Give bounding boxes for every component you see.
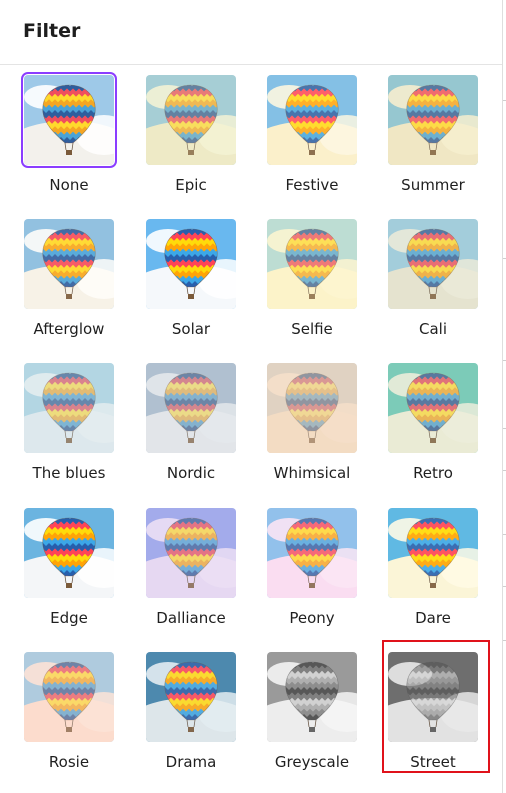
filter-edge[interactable]: Edge: [14, 498, 124, 634]
filter-thumbnail[interactable]: [267, 508, 357, 598]
filter-epic[interactable]: Epic: [136, 65, 246, 201]
filter-afterglow[interactable]: Afterglow: [14, 209, 124, 345]
panel-title: Filter: [23, 20, 81, 42]
filter-retro[interactable]: Retro: [378, 353, 488, 489]
filter-thumbnail[interactable]: [24, 219, 114, 309]
filter-thumbnail[interactable]: [267, 652, 357, 742]
filter-label: The blues: [32, 464, 106, 482]
filter-label: Drama: [165, 753, 217, 771]
filter-thumbnail[interactable]: [267, 219, 357, 309]
filter-label: None: [49, 176, 89, 194]
filter-whimsical[interactable]: Whimsical: [257, 353, 367, 489]
filter-thumbnail[interactable]: [146, 75, 236, 165]
filter-summer[interactable]: Summer: [378, 65, 488, 201]
filter-thumbnail[interactable]: [146, 363, 236, 453]
filter-label: Epic: [175, 176, 207, 194]
filter-thumbnail[interactable]: [146, 219, 236, 309]
panel-divider: [502, 0, 503, 793]
filter-label: Summer: [401, 176, 465, 194]
filter-label: Nordic: [166, 464, 216, 482]
filter-greyscale[interactable]: Greyscale: [257, 642, 367, 778]
filter-dalliance[interactable]: Dalliance: [136, 498, 246, 634]
filter-grid: None Epic Festive Summer Afterglow Solar Selfi…: [0, 65, 502, 793]
filter-label: Cali: [418, 320, 447, 338]
filter-peony[interactable]: Peony: [257, 498, 367, 634]
filter-thumbnail[interactable]: [388, 508, 478, 598]
filter-label: Edge: [50, 609, 88, 627]
filter-label: Peony: [289, 609, 335, 627]
filter-header: Filter: [0, 0, 502, 65]
filter-label: Afterglow: [33, 320, 105, 338]
filter-thumbnail[interactable]: [146, 652, 236, 742]
filter-thumbnail[interactable]: [388, 652, 478, 742]
filter-label: Greyscale: [274, 753, 350, 771]
filter-dare[interactable]: Dare: [378, 498, 488, 634]
filter-panel: Filter None Epic Festive Summer Afterglow Sol…: [0, 0, 503, 793]
filter-thumbnail[interactable]: [267, 75, 357, 165]
filter-cali[interactable]: Cali: [378, 209, 488, 345]
filter-label: Selfie: [291, 320, 333, 338]
filter-solar[interactable]: Solar: [136, 209, 246, 345]
filter-thumbnail[interactable]: [24, 508, 114, 598]
filter-label: Festive: [285, 176, 339, 194]
filter-label: Rosie: [48, 753, 90, 771]
filter-thumbnail[interactable]: [146, 508, 236, 598]
filter-label: Solar: [171, 320, 211, 338]
filter-label: Street: [410, 753, 456, 771]
filter-drama[interactable]: Drama: [136, 642, 246, 778]
filter-thumbnail[interactable]: [267, 363, 357, 453]
filter-label: Whimsical: [273, 464, 351, 482]
filter-selfie[interactable]: Selfie: [257, 209, 367, 345]
filter-label: Dalliance: [156, 609, 226, 627]
filter-thumbnail[interactable]: [24, 652, 114, 742]
filter-thumbnail[interactable]: [24, 363, 114, 453]
filter-label: Dare: [415, 609, 451, 627]
filter-none[interactable]: None: [14, 65, 124, 201]
filter-street[interactable]: Street: [378, 642, 488, 778]
filter-the-blues[interactable]: The blues: [14, 353, 124, 489]
filter-thumbnail[interactable]: [388, 363, 478, 453]
filter-festive[interactable]: Festive: [257, 65, 367, 201]
filter-thumbnail[interactable]: [21, 72, 117, 168]
filter-nordic[interactable]: Nordic: [136, 353, 246, 489]
filter-rosie[interactable]: Rosie: [14, 642, 124, 778]
filter-label: Retro: [413, 464, 453, 482]
filter-thumbnail[interactable]: [388, 219, 478, 309]
filter-thumbnail[interactable]: [388, 75, 478, 165]
